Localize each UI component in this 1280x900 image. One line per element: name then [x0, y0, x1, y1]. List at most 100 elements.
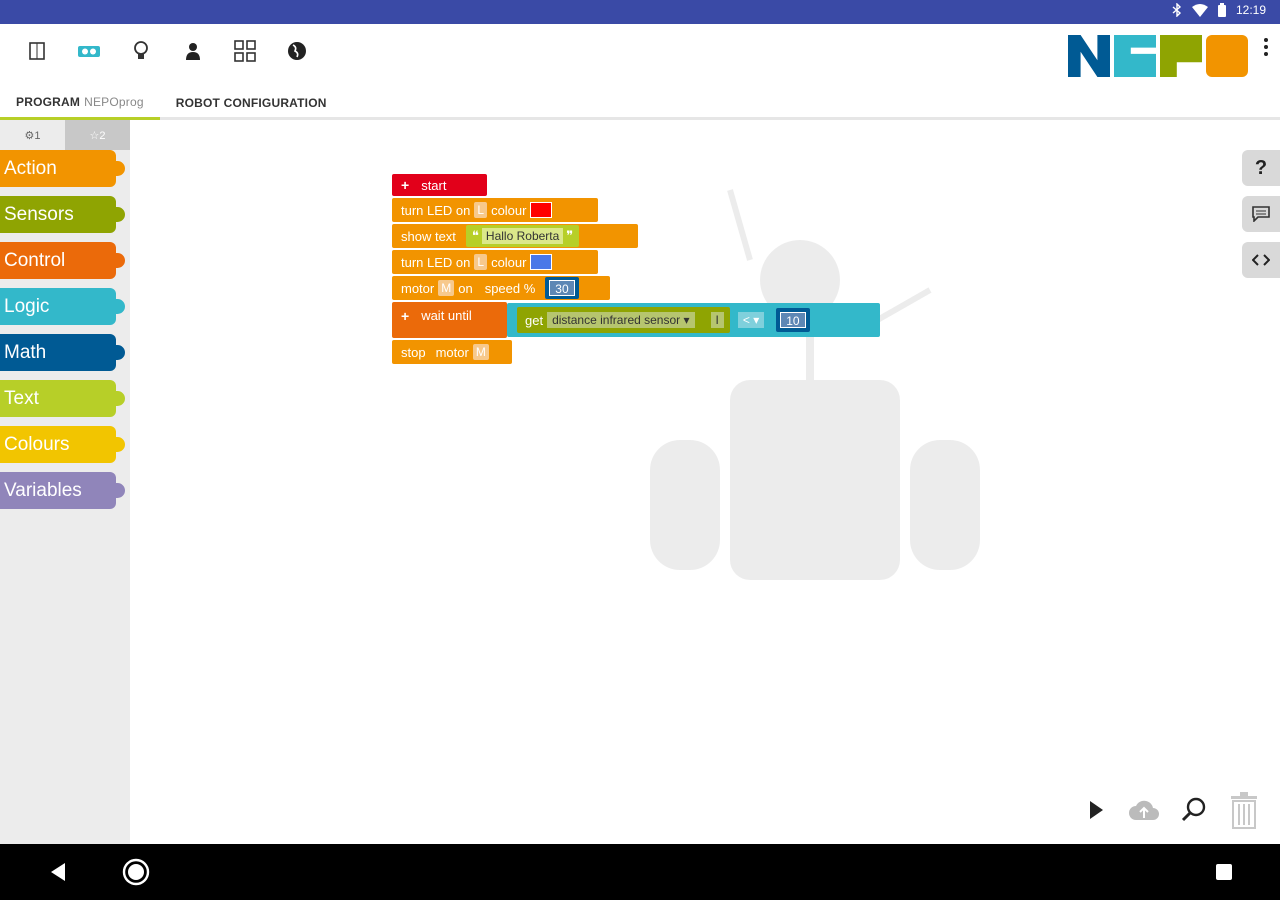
text-value-field[interactable]: Hallo Roberta: [481, 228, 564, 244]
comment-icon: [1252, 206, 1270, 222]
trash-button[interactable]: [1224, 788, 1264, 832]
gallery-icon[interactable]: [232, 38, 258, 64]
colour-label-2: colour: [491, 254, 527, 270]
nepo-logo: [1068, 35, 1248, 77]
run-button[interactable]: [1084, 788, 1108, 832]
tab-robot-configuration-label: ROBOT CONFIGURATION: [175, 96, 327, 110]
speed-value-field[interactable]: 30: [549, 280, 575, 296]
led-port-field[interactable]: L: [474, 202, 488, 218]
nav-recents-button[interactable]: [1210, 858, 1238, 886]
show-text-block[interactable]: show text ❝ Hallo Roberta ❞: [392, 224, 638, 248]
app-header: PROGRAM NEPOprog ROBOT CONFIGURATION: [0, 24, 1280, 120]
program-workspace[interactable]: + start turn LED on L colour show text ❝…: [130, 120, 1280, 844]
distance-value-field[interactable]: 10: [780, 312, 806, 328]
block-toolbox: ⚙1 ☆2 Action Sensors Control Logic Math …: [0, 120, 130, 844]
category-logic[interactable]: Logic: [0, 288, 125, 325]
category-math[interactable]: Math: [0, 334, 125, 371]
category-colours[interactable]: Colours: [0, 426, 125, 463]
get-label: get: [525, 312, 544, 328]
turn-led-on-block-2[interactable]: turn LED on L colour: [392, 250, 598, 274]
robot-icon[interactable]: [76, 38, 102, 64]
category-control[interactable]: Control: [0, 242, 125, 279]
logo-e-block: [1114, 35, 1156, 77]
compare-block[interactable]: get distance infrared sensor ▾ I < ▾ 10: [507, 303, 880, 337]
program-icon[interactable]: [24, 38, 50, 64]
recents-icon: [1216, 864, 1232, 880]
start-block[interactable]: + start: [392, 174, 487, 196]
code-view-button[interactable]: [1242, 242, 1280, 278]
speed-label: speed %: [484, 280, 536, 296]
open-quote-icon: ❝: [471, 228, 479, 243]
run-icon: [1090, 801, 1103, 819]
zoom-button[interactable]: [1176, 788, 1212, 832]
motor-on-block[interactable]: motor M on speed % 30: [392, 276, 610, 300]
speed-number-block[interactable]: 30: [545, 277, 579, 299]
stop-label: stop: [401, 344, 426, 360]
clock-time: 12:19: [1235, 3, 1266, 17]
colour-swatch-blue[interactable]: [530, 254, 553, 270]
led-port-field-2[interactable]: L: [474, 254, 488, 270]
level-tab-expert[interactable]: ☆2: [65, 120, 130, 150]
motor-on-label: on: [458, 280, 473, 296]
status-bar: 12:19: [0, 0, 1280, 24]
category-sensors[interactable]: Sensors: [0, 196, 125, 233]
led-label-2: turn LED on: [401, 254, 471, 270]
user-icon[interactable]: [180, 38, 206, 64]
home-icon: [122, 858, 150, 886]
start-label: start: [421, 177, 447, 193]
show-text-label: show text: [401, 228, 456, 244]
battery-icon: [1217, 3, 1226, 17]
stop-port-field[interactable]: M: [472, 344, 489, 360]
stop-motor-block[interactable]: stop motor M: [392, 340, 512, 364]
operator-dropdown[interactable]: < ▾: [737, 312, 765, 328]
stop-motor-label: motor: [435, 344, 469, 360]
close-quote-icon: ❞: [566, 228, 574, 243]
motor-label: motor: [401, 280, 435, 296]
back-icon: [51, 863, 65, 881]
code-icon: [1252, 254, 1270, 266]
distance-number-block[interactable]: 10: [776, 308, 810, 332]
globe-icon[interactable]: [284, 38, 310, 64]
text-value-block[interactable]: ❝ Hallo Roberta ❞: [465, 225, 580, 247]
robot-watermark-icon: [650, 189, 980, 580]
tab-robot-configuration[interactable]: ROBOT CONFIGURATION: [160, 86, 343, 120]
category-text[interactable]: Text: [0, 380, 125, 417]
colour-label: colour: [491, 202, 527, 218]
plus-icon-2[interactable]: +: [401, 308, 409, 324]
wifi-icon: [1191, 3, 1208, 17]
bluetooth-icon: [1172, 3, 1182, 17]
toolbar: [24, 38, 310, 64]
help-icon: ?: [1254, 156, 1268, 179]
wait-until-label: wait until: [421, 308, 472, 323]
category-variables[interactable]: Variables: [0, 472, 125, 509]
logo-n-block: [1068, 35, 1110, 77]
nav-back-button[interactable]: [44, 858, 72, 886]
program-name: NEPOprog: [84, 94, 144, 109]
motor-port-field[interactable]: M: [438, 280, 455, 296]
wait-until-block[interactable]: + wait until: [392, 302, 507, 338]
logo-o-block: [1206, 35, 1248, 77]
sensor-dropdown[interactable]: distance infrared sensor ▾: [547, 312, 695, 328]
zoom-icon: [1181, 797, 1206, 822]
logo-p-block: [1160, 35, 1202, 77]
bulb-icon[interactable]: [128, 38, 154, 64]
level-tab-beginner[interactable]: ⚙1: [0, 120, 65, 150]
upload-button[interactable]: [1126, 788, 1162, 832]
trash-icon: [1231, 792, 1257, 829]
upload-icon: [1129, 800, 1159, 820]
overflow-menu-icon[interactable]: [1262, 38, 1270, 56]
help-button[interactable]: ?: [1242, 150, 1280, 186]
colour-swatch-red[interactable]: [530, 202, 553, 218]
android-nav-bar: [0, 844, 1280, 900]
category-action[interactable]: Action: [0, 150, 125, 187]
tab-program[interactable]: PROGRAM NEPOprog: [0, 86, 160, 120]
main-tabs: PROGRAM NEPOprog ROBOT CONFIGURATION: [0, 86, 343, 120]
tab-program-label: PROGRAM: [16, 94, 81, 109]
sensor-port-field[interactable]: I: [710, 312, 724, 328]
led-label: turn LED on: [401, 202, 471, 218]
nav-home-button[interactable]: [122, 858, 150, 886]
get-sensor-block[interactable]: get distance infrared sensor ▾ I: [517, 307, 730, 333]
turn-led-on-block[interactable]: turn LED on L colour: [392, 198, 598, 222]
comment-button[interactable]: [1242, 196, 1280, 232]
plus-icon[interactable]: +: [401, 177, 409, 193]
